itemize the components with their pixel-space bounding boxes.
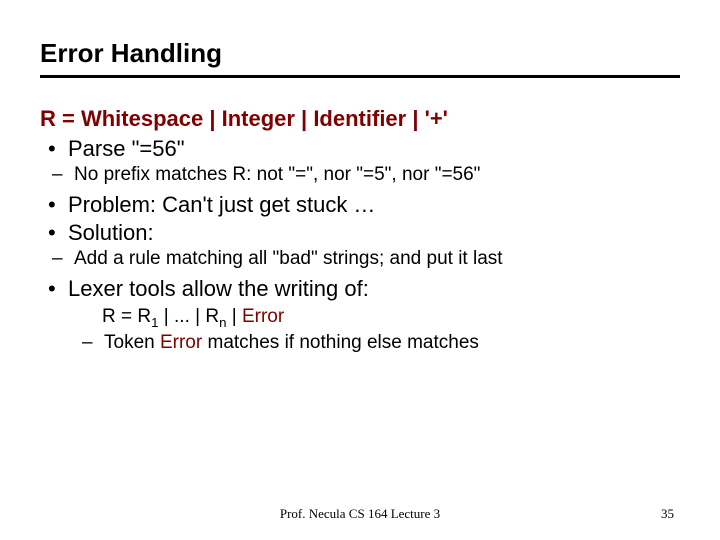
slide: Error Handling R = Whitespace | Integer …: [0, 0, 720, 540]
formula-sub1: 1: [151, 315, 158, 330]
slide-title: Error Handling: [40, 38, 680, 69]
bullet-parse: Parse "=56": [68, 136, 680, 162]
s3-post: matches if nothing else matches: [202, 332, 479, 353]
formula-mid: | ... | R: [159, 306, 220, 327]
title-rule: [40, 75, 680, 78]
bullet-list-2: Problem: Can't just get stuck … Solution…: [40, 192, 680, 246]
error-formula: R = R1 | ... | Rn | Error: [102, 306, 680, 330]
bullet-list-3: Lexer tools allow the writing of:: [40, 276, 680, 302]
bullet-solution: Solution:: [68, 220, 680, 246]
formula-pre: R = R: [102, 306, 151, 327]
page-number: 35: [661, 506, 674, 522]
sub-list-1: No prefix matches R: not "=", nor "=5", …: [40, 164, 680, 186]
footer-credit: Prof. Necula CS 164 Lecture 3: [0, 506, 720, 522]
sub-no-prefix: No prefix matches R: not "=", nor "=5", …: [74, 164, 680, 186]
sub-list-3: Token Error matches if nothing else matc…: [70, 332, 680, 354]
bullet-list: Parse "=56": [40, 136, 680, 162]
formula-error-word: Error: [242, 306, 284, 327]
s3-pre: Token: [104, 332, 160, 353]
bullet-problem: Problem: Can't just get stuck …: [68, 192, 680, 218]
sub-token-error: Token Error matches if nothing else matc…: [104, 332, 680, 354]
grammar-rule: R = Whitespace | Integer | Identifier | …: [40, 106, 680, 132]
s3-error-word: Error: [160, 332, 202, 353]
sub-add-rule: Add a rule matching all "bad" strings; a…: [74, 248, 680, 270]
formula-bar: |: [226, 306, 242, 327]
bullet-lexer-tools: Lexer tools allow the writing of:: [68, 276, 680, 302]
sub-list-2: Add a rule matching all "bad" strings; a…: [40, 248, 680, 270]
